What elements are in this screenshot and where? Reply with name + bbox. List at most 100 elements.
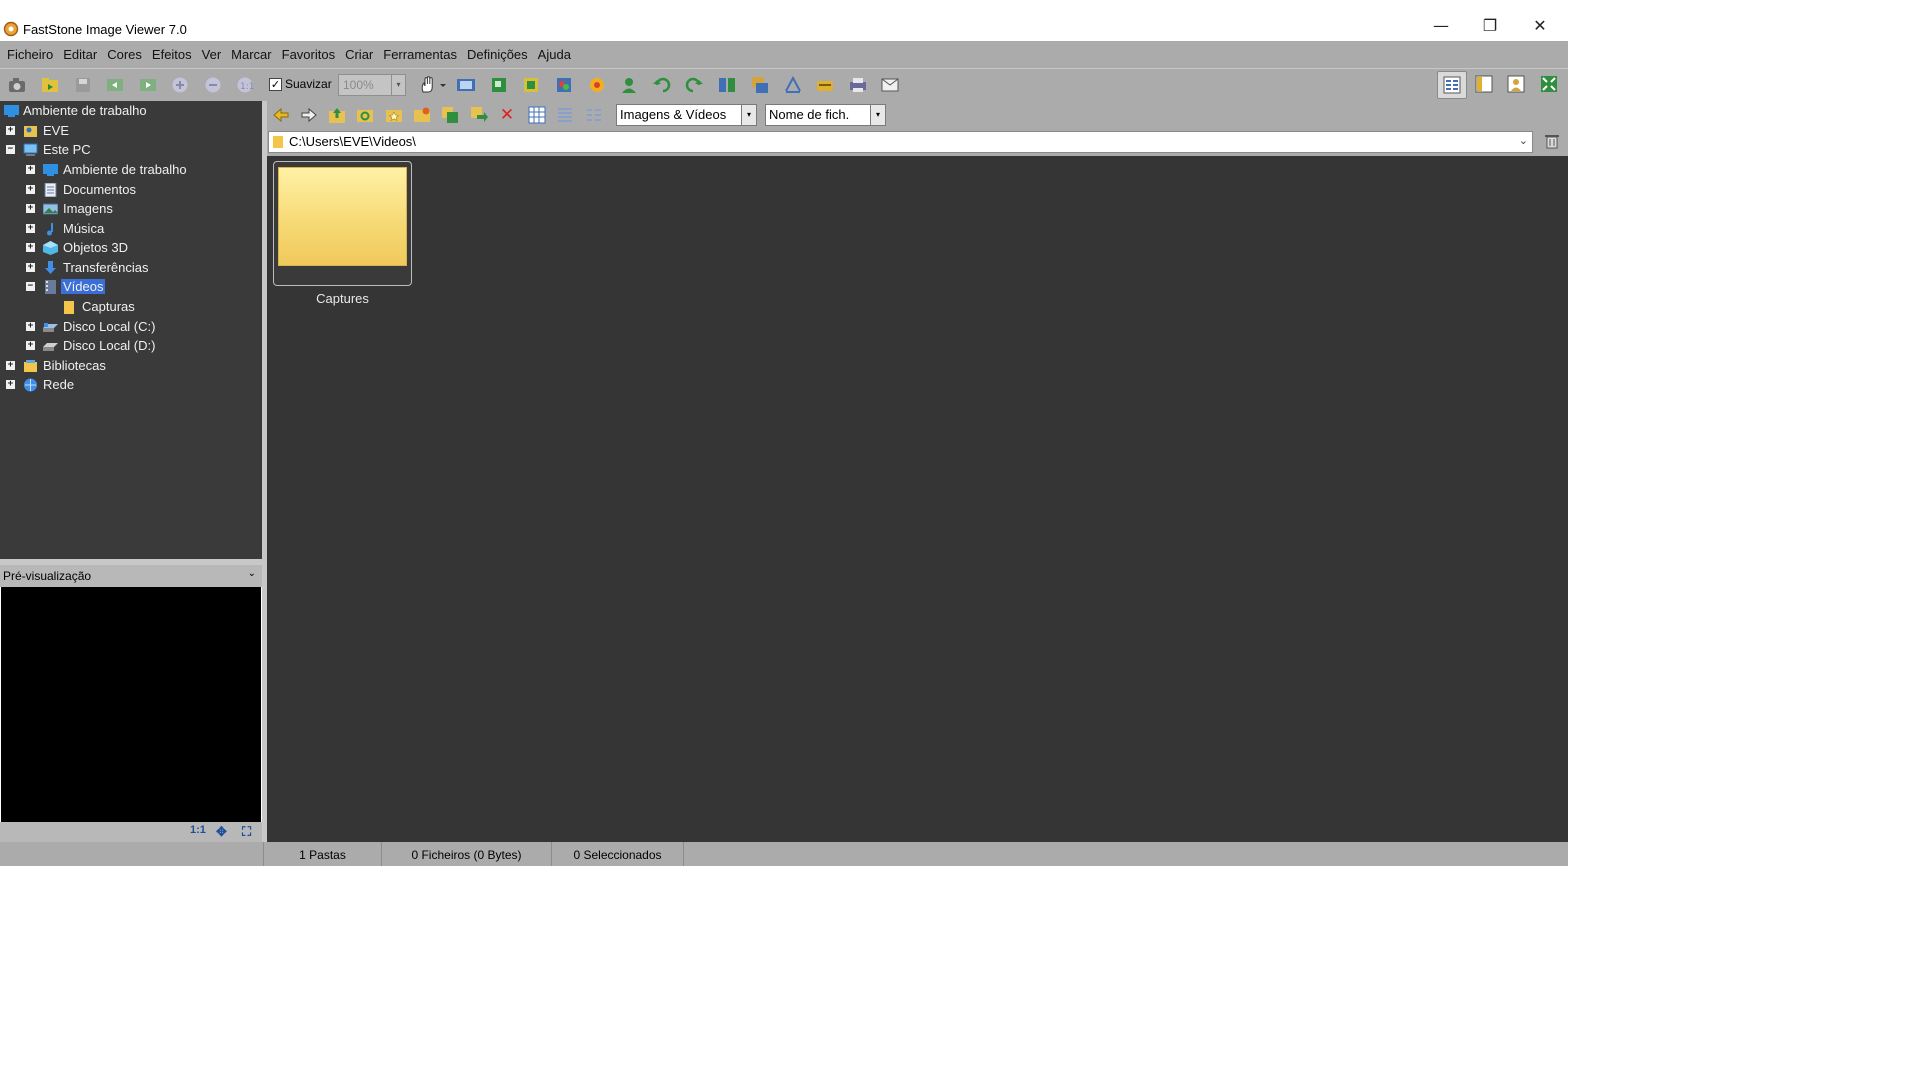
thumbnails-view-icon[interactable] [528,106,546,124]
expand-icon[interactable]: + [26,185,35,194]
tree-item-musica[interactable]: + Música [0,219,262,238]
menu-ferramentas[interactable]: Ferramentas [378,47,462,62]
tree-item-capturas[interactable]: Capturas [0,297,262,316]
file-type-filter-select[interactable]: Imagens & Vídeos ▾ [616,104,757,126]
explorer-layout-button[interactable] [1470,71,1500,99]
tree-item-objetos-3d[interactable]: + Objetos 3D [0,238,262,257]
expand-icon[interactable]: + [26,341,35,350]
folder-tree[interactable]: Ambiente de trabalho + EVE − Este PC + A… [0,101,262,559]
collapse-icon[interactable]: − [26,282,35,291]
expand-icon[interactable]: + [26,204,35,213]
menu-favoritos[interactable]: Favoritos [277,47,340,62]
path-input[interactable]: C:\Users\EVE\Videos\ ⌄ [268,131,1533,153]
menu-ver[interactable]: Ver [197,47,227,62]
menu-ajuda[interactable]: Ajuda [533,47,576,62]
browser-layout-button[interactable] [1437,71,1467,99]
color-adjust-icon[interactable] [554,75,574,95]
close-button[interactable]: ✕ [1517,10,1563,40]
move-to-icon[interactable] [470,106,488,124]
tree-item-rede[interactable]: + Rede [0,375,262,394]
expand-icon[interactable]: + [26,263,35,272]
email-icon[interactable] [880,75,900,95]
hand-icon[interactable] [418,75,448,95]
menu-definicoes[interactable]: Definições [462,47,533,62]
actual-size-button[interactable]: 1:1 [190,824,206,836]
chevron-down-icon[interactable]: ⌄ [1519,134,1528,147]
red-eye-icon[interactable] [587,75,607,95]
tree-item-este-pc[interactable]: − Este PC [0,140,262,159]
minimize-button[interactable]: — [1418,10,1464,40]
tree-item-documentos[interactable]: + Documentos [0,180,262,199]
copy-to-icon[interactable] [441,106,459,124]
tree-item-label: Rede [43,377,75,392]
menu-efeitos[interactable]: Efeitos [147,47,197,62]
draw-icon[interactable] [783,75,803,95]
details-view-icon[interactable] [585,106,603,124]
expand-icon[interactable]: + [6,361,15,370]
scan-icon[interactable] [815,75,835,95]
refresh-folder-icon[interactable] [356,106,374,124]
expand-icon[interactable]: + [26,243,35,252]
tree-item-disco-d[interactable]: + Disco Local (D:) [0,336,262,355]
sort-select[interactable]: Nome de fich. ▾ [765,104,886,126]
favorite-folder-icon[interactable] [385,106,403,124]
menu-criar[interactable]: Criar [340,47,378,62]
tree-item-desktop[interactable]: + Ambiente de trabalho [0,160,262,179]
batch-convert-icon[interactable] [750,75,770,95]
print-icon[interactable] [848,75,868,95]
zoom-select[interactable]: 100% ▾ [338,74,406,96]
open-folder-icon[interactable] [40,75,60,95]
save-icon[interactable] [73,75,93,95]
list-view-icon[interactable] [556,106,574,124]
zoom-dropdown-icon[interactable]: ▾ [391,75,405,95]
thumbnail-item-captures[interactable] [273,161,412,286]
actual-size-icon[interactable]: 1:1 [235,75,255,95]
menu-editar[interactable]: Editar [58,47,102,62]
next-folder-icon[interactable] [138,75,158,95]
rotate-right-icon[interactable] [684,75,704,95]
new-folder-icon[interactable] [413,106,431,124]
menu-ficheiro[interactable]: Ficheiro [2,47,58,62]
expand-icon[interactable]: + [26,165,35,174]
thumbnail-browser[interactable]: Captures [267,156,1568,842]
acquire-camera-icon[interactable] [7,75,27,95]
chevron-down-icon[interactable]: ⌄ [248,568,256,579]
back-arrow-icon[interactable] [272,106,290,124]
forward-arrow-icon[interactable] [300,106,318,124]
expand-icon[interactable]: + [26,322,35,331]
zoom-in-icon[interactable] [170,75,190,95]
compare-icon[interactable] [717,75,737,95]
expand-icon[interactable]: + [26,224,35,233]
rotate-left-icon[interactable] [652,75,672,95]
zoom-out-icon[interactable] [203,75,223,95]
tree-item-videos[interactable]: − Vídeos [0,277,262,296]
slideshow-icon[interactable] [456,75,476,95]
tree-item-desktop-root[interactable]: Ambiente de trabalho [0,101,262,120]
preview-footer: 1:1 ✥ ⛶ [0,822,262,842]
resize-icon[interactable] [489,75,509,95]
tree-item-transferencias[interactable]: + Transferências [0,258,262,277]
portrait-layout-button[interactable] [1502,71,1532,99]
chevron-down-icon[interactable]: ▾ [870,105,885,125]
chevron-down-icon[interactable]: ▾ [741,105,756,125]
delete-icon[interactable]: ✕ [498,106,516,124]
menu-marcar[interactable]: Marcar [226,47,276,62]
expand-icon[interactable]: + [6,126,15,135]
crop-icon[interactable] [521,75,541,95]
fullscreen-layout-button[interactable] [1535,71,1565,99]
previous-folder-icon[interactable] [105,75,125,95]
recycle-bin-icon[interactable] [1544,133,1560,149]
menu-cores[interactable]: Cores [102,47,147,62]
person-icon[interactable] [619,75,639,95]
tree-item-disco-c[interactable]: + Disco Local (C:) [0,317,262,336]
tree-item-bibliotecas[interactable]: + Bibliotecas [0,356,262,375]
smooth-checkbox[interactable]: ✓ [269,78,282,91]
tree-item-eve[interactable]: + EVE [0,121,262,140]
collapse-icon[interactable]: − [6,145,15,154]
up-folder-icon[interactable] [328,106,346,124]
full-view-icon[interactable]: ⛶ [242,824,251,840]
fit-to-window-icon[interactable]: ✥ [216,824,227,840]
expand-icon[interactable]: + [6,380,15,389]
tree-item-imagens[interactable]: + Imagens [0,199,262,218]
restore-button[interactable]: ❐ [1467,10,1513,40]
